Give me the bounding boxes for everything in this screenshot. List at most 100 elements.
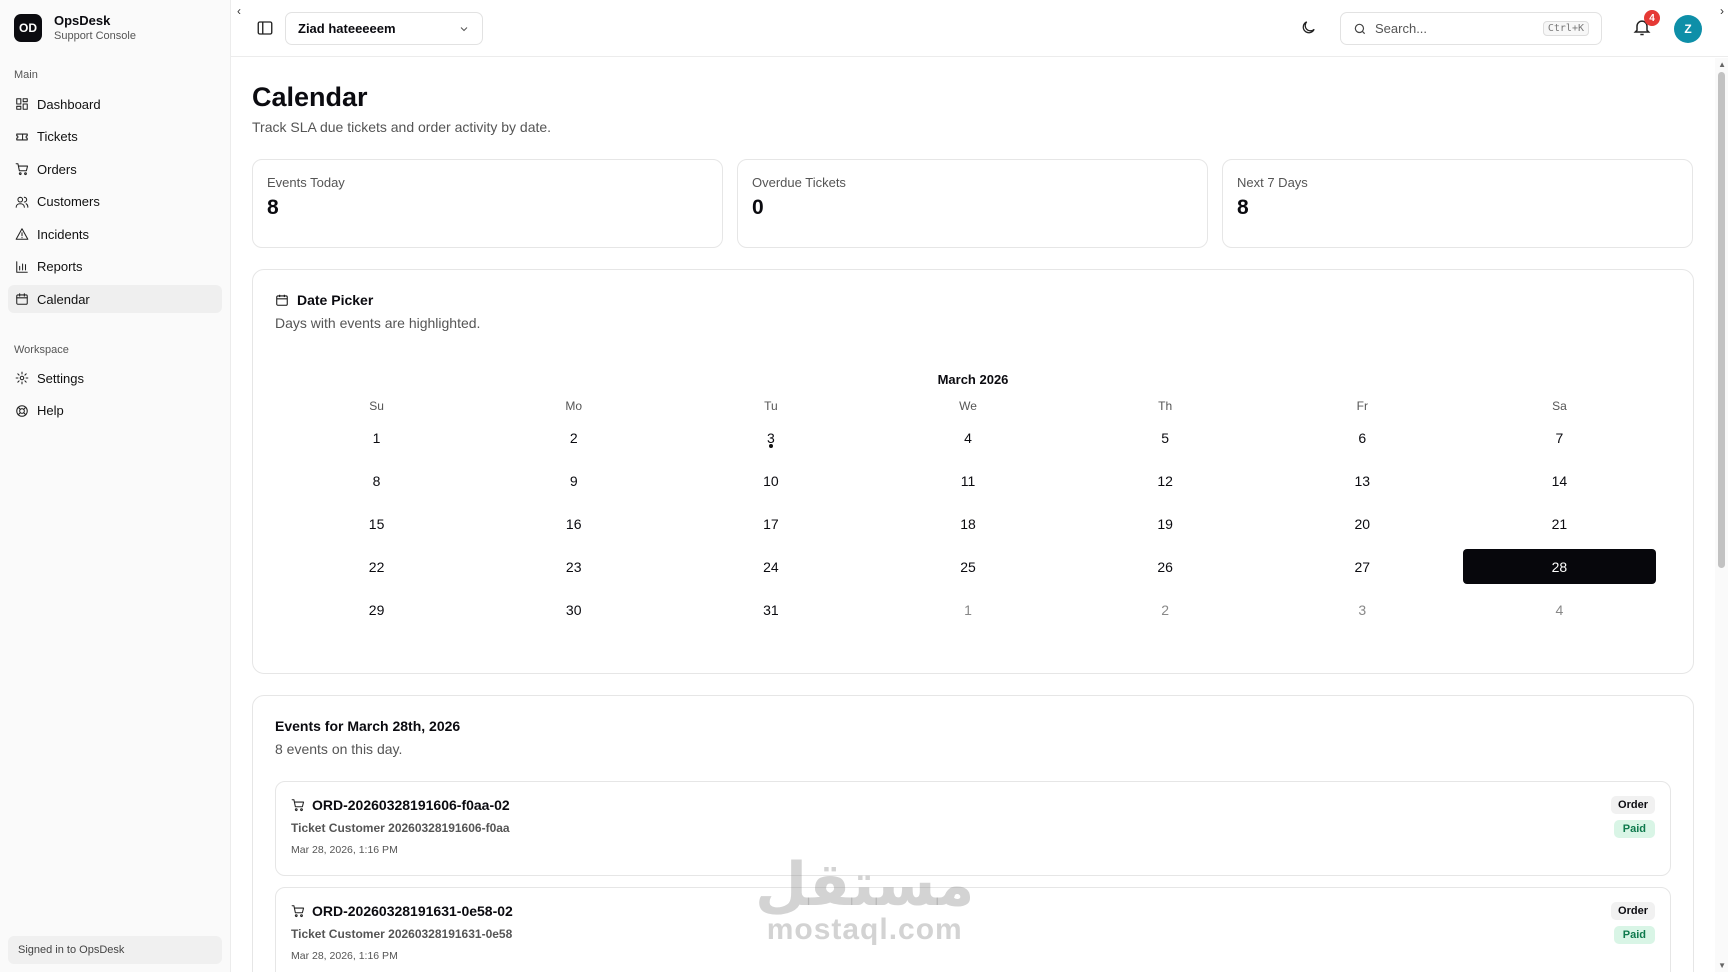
calendar-day[interactable]: 13 <box>1264 463 1461 498</box>
calendar-day[interactable]: 14 <box>1461 463 1658 498</box>
calendar-day[interactable]: 22 <box>278 549 475 584</box>
avatar[interactable]: Z <box>1674 15 1702 43</box>
sidebar-item-customers[interactable]: Customers <box>8 188 222 216</box>
calendar-day[interactable]: 3 <box>672 420 869 455</box>
help-icon <box>16 404 28 417</box>
sidebar-item-label: Customers <box>37 194 100 209</box>
weekday-label: Tu <box>764 399 778 413</box>
sidebar-item-dashboard[interactable]: Dashboard <box>8 90 222 118</box>
calendar-day-number: 15 <box>368 515 385 532</box>
date-picker-card: Date Picker Days with events are highlig… <box>252 269 1694 674</box>
sidebar-item-label: Incidents <box>37 226 90 242</box>
calendar-day[interactable]: 1 <box>278 420 475 455</box>
event-type-badge: Order <box>1611 902 1655 920</box>
calendar-day-number: 4 <box>1555 601 1564 618</box>
cart-icon <box>291 799 305 812</box>
calendar-day[interactable]: 1 <box>869 592 1066 627</box>
calendar-day[interactable]: 15 <box>278 506 475 541</box>
calendar-day[interactable]: 25 <box>869 549 1066 584</box>
search-input[interactable] <box>1375 21 1525 36</box>
brand[interactable]: OD OpsDesk Support Console <box>14 13 136 43</box>
sidebar-item-label: Settings <box>37 370 84 386</box>
scroll-up-icon[interactable]: ▲ <box>1718 60 1726 69</box>
cart-icon <box>15 163 29 176</box>
event-title: ORD-20260328191606-f0aa-02 <box>312 797 510 813</box>
calendar-day-selected[interactable]: 28 <box>1462 549 1656 584</box>
calendar-day[interactable]: 21 <box>1461 506 1658 541</box>
calendar-day[interactable]: 29 <box>278 592 475 627</box>
scrollbar-thumb[interactable] <box>1718 72 1725 568</box>
calendar-day-number: 27 <box>1354 558 1371 575</box>
calendar-day[interactable]: 12 <box>1067 463 1264 498</box>
sidebar-item-calendar[interactable]: Calendar <box>8 285 222 313</box>
chevron-right-icon[interactable]: › <box>1720 4 1724 18</box>
events-title: Events for March 28th, 2026 <box>275 718 461 734</box>
calendar-day-number: 2 <box>1161 601 1170 618</box>
calendar-day-number: 31 <box>763 601 779 618</box>
calendar-day[interactable]: 7 <box>1461 420 1658 455</box>
calendar-day-number: 23 <box>565 558 582 575</box>
calendar-day[interactable]: 27 <box>1264 549 1461 584</box>
calendar-day[interactable]: 5 <box>1067 420 1264 455</box>
watermark-latin: mostaql.com <box>766 913 963 946</box>
calendar-day[interactable]: 26 <box>1067 549 1264 584</box>
calendar-day[interactable]: 4 <box>869 420 1066 455</box>
calendar-icon <box>16 293 28 305</box>
calendar-day[interactable]: 17 <box>672 506 869 541</box>
calendar-day-number: 28 <box>1551 558 1568 575</box>
calendar-week-row: 1 2 3 4 5 6 7 <box>278 416 1658 459</box>
calendar-day[interactable]: 30 <box>475 592 672 627</box>
calendar-day[interactable]: 20 <box>1264 506 1461 541</box>
calendar-day[interactable]: 10 <box>672 463 869 498</box>
sidebar-item-tickets[interactable]: Tickets <box>8 123 222 151</box>
calendar-day-number: 22 <box>368 558 385 575</box>
calendar-day[interactable]: 11 <box>869 463 1066 498</box>
calendar-day-number: 18 <box>960 515 976 532</box>
sidebar-toggle-icon[interactable] <box>256 19 274 37</box>
chevron-left-icon[interactable]: ‹ <box>237 4 241 18</box>
calendar-icon <box>276 294 288 306</box>
bar-chart-icon <box>16 260 28 273</box>
scrollbar[interactable]: ▲ ▼ <box>1715 58 1728 972</box>
stat-card-overdue-tickets: Overdue Tickets 0 <box>737 159 1208 248</box>
calendar-day-number: 11 <box>960 472 976 489</box>
calendar-day[interactable]: 6 <box>1264 420 1461 455</box>
weekday-label: Mo <box>565 399 583 413</box>
calendar-day[interactable]: 18 <box>869 506 1066 541</box>
stat-label: Events Today <box>267 175 345 190</box>
sidebar-item-help[interactable]: Help <box>8 397 222 425</box>
search-icon <box>1354 23 1366 34</box>
weekday-label: Fr <box>1356 399 1368 413</box>
event-date: Mar 28, 2026, 1:16 PM <box>291 950 398 962</box>
calendar-day[interactable]: 23 <box>475 549 672 584</box>
calendar-day-number: 13 <box>1354 472 1371 489</box>
calendar-day[interactable]: 16 <box>475 506 672 541</box>
sidebar-item-incidents[interactable]: Incidents <box>8 220 222 248</box>
scroll-down-icon[interactable]: ▼ <box>1718 961 1726 970</box>
event-type-badge: Order <box>1611 796 1655 814</box>
calendar-day[interactable]: 4 <box>1461 592 1658 627</box>
calendar-day-number: 8 <box>372 472 381 489</box>
workspace-select[interactable]: Ziad hateeeeem <box>285 12 483 45</box>
calendar-day[interactable]: 8 <box>278 463 475 498</box>
event-title: ORD-20260328191631-0e58-02 <box>312 903 513 919</box>
calendar-day[interactable]: 3 <box>1264 592 1461 627</box>
calendar-day-number: 20 <box>1354 515 1371 532</box>
calendar-day[interactable]: 19 <box>1067 506 1264 541</box>
events-subtitle: 8 events on this day. <box>275 741 403 757</box>
calendar-day[interactable]: 9 <box>475 463 672 498</box>
calendar-day[interactable]: 2 <box>475 420 672 455</box>
sidebar-item-reports[interactable]: Reports <box>8 253 222 281</box>
calendar-day-number: 25 <box>960 558 976 575</box>
calendar-day[interactable]: 2 <box>1067 592 1264 627</box>
calendar-day[interactable]: 31 <box>672 592 869 627</box>
sidebar-item-orders[interactable]: Orders <box>8 155 222 183</box>
moon-icon[interactable] <box>1300 19 1317 36</box>
event-status-badge: Paid <box>1613 820 1655 838</box>
calendar-day-number: 4 <box>964 429 972 446</box>
search-box[interactable]: Ctrl+K <box>1340 12 1602 45</box>
calendar-day[interactable]: 24 <box>672 549 869 584</box>
calendar-day-number: 19 <box>1157 515 1173 532</box>
calendar-day-number: 5 <box>1161 429 1170 446</box>
sidebar-item-settings[interactable]: Settings <box>8 364 222 392</box>
